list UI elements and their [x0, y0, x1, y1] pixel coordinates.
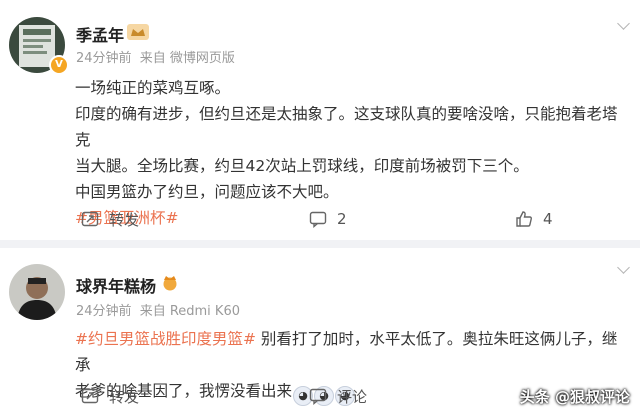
repost-icon: [81, 387, 99, 405]
like-button[interactable]: 4: [515, 207, 553, 231]
comment-label: 评论: [337, 387, 368, 406]
comment-icon: [309, 387, 327, 405]
like-count: 4: [543, 210, 553, 228]
comment-button[interactable]: 评论: [309, 384, 367, 408]
post-line: 中国男篮办了约旦，问题应该不大吧。: [75, 183, 339, 201]
verified-badge-icon: V: [49, 55, 69, 75]
post-source: 来自 Redmi K60: [139, 304, 240, 319]
member-crown-icon: [163, 276, 177, 291]
comment-button[interactable]: 2: [309, 207, 347, 231]
post-time: 24分钟前: [76, 51, 132, 66]
comment-count: 2: [337, 210, 347, 228]
post-line: 当大腿。全场比赛，约旦42次站上罚球线，印度前场被罚下三个。: [75, 157, 529, 175]
more-chevron-icon[interactable]: [617, 17, 630, 30]
author-name[interactable]: 季孟年: [76, 22, 124, 46]
post-meta: 24分钟前 来自 微博网页版: [76, 47, 235, 66]
repost-icon: [81, 210, 99, 228]
author-name[interactable]: 球界年糕杨: [76, 273, 156, 297]
repost-button[interactable]: 转发: [81, 207, 139, 231]
post-time: 24分钟前: [76, 304, 132, 319]
author-avatar[interactable]: [9, 264, 65, 320]
post-meta: 24分钟前 来自 Redmi K60: [76, 300, 240, 319]
repost-label: 转发: [109, 210, 140, 229]
post-line: 一场纯正的菜鸡互啄。: [75, 79, 231, 97]
repost-button[interactable]: 转发: [81, 384, 139, 408]
action-bar: 转发 2 4: [0, 207, 640, 231]
source-watermark: 头条 @狠叔评论: [519, 388, 630, 406]
repost-label: 转发: [109, 387, 140, 406]
more-chevron-icon[interactable]: [617, 261, 630, 274]
comment-icon: [309, 210, 327, 228]
hashtag-link[interactable]: #约旦男篮战胜印度男篮#: [75, 330, 256, 348]
post-divider: [0, 240, 640, 248]
member-crown-icon: [127, 24, 149, 40]
post-source: 来自 微博网页版: [139, 51, 235, 66]
like-icon: [515, 210, 533, 228]
post-line: 印度的确有进步，但约旦还是太抽象了。这支球队真的要啥没啥，只能抱着老塔克: [75, 105, 618, 149]
weibo-post-1: V 季孟年 24分钟前 来自 微博网页版 一场纯正的菜鸡互啄。 印度的确有进步，…: [0, 0, 640, 240]
